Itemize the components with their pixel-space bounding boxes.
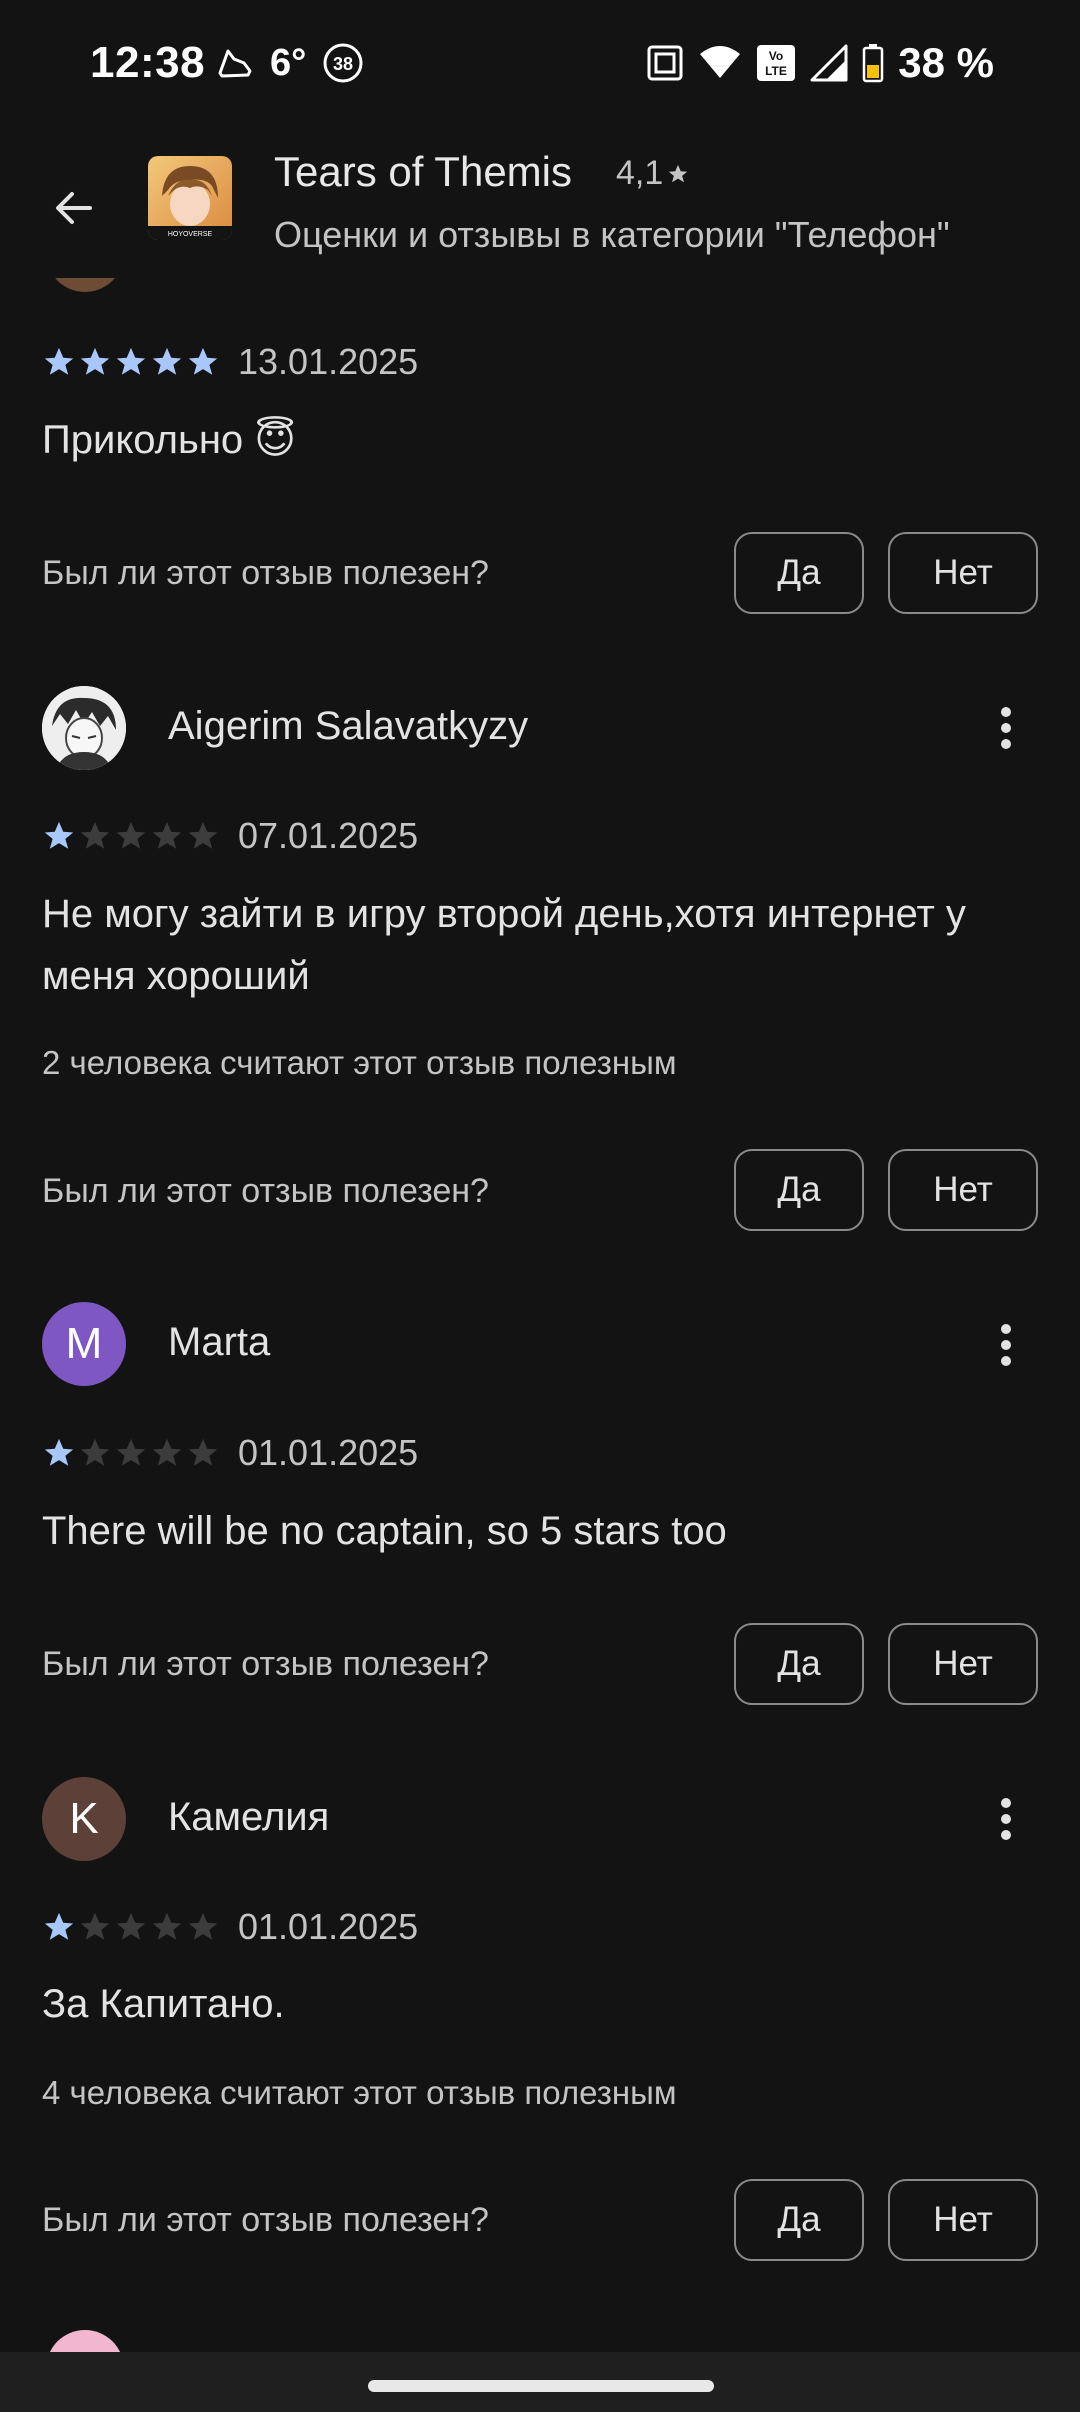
- star-rating: [42, 1436, 220, 1470]
- star-filled-icon: [116, 347, 146, 375]
- star-empty-icon: [152, 1912, 182, 1940]
- more-vert-icon: [1001, 707, 1011, 749]
- star-filled-icon: [44, 1912, 74, 1940]
- running-shoe-icon: [218, 49, 252, 78]
- status-right-icons: Vo LTE 38 %: [646, 38, 994, 88]
- star-rating: [42, 345, 220, 379]
- star-filled-icon: [152, 347, 182, 375]
- status-badge: 38: [333, 54, 353, 74]
- review-text: There will be no captain, so 5 stars too: [42, 1509, 727, 1553]
- more-vert-icon: [1001, 1324, 1011, 1366]
- star-filled-icon: [80, 347, 110, 375]
- helpful-question: Был ли этот отзыв полезен?: [42, 1645, 489, 1683]
- more-vert-icon: [1001, 1798, 1011, 1840]
- app-rating: 4,1: [616, 154, 689, 193]
- review-rating: 01.01.2025: [42, 1906, 419, 1947]
- review-date: 13.01.2025: [238, 341, 419, 382]
- app-bar: HOYOVERSE Tears of Themis 4,1 Оценки и о…: [0, 128, 1080, 278]
- review-text: Не могу зайти в игру второй день,хотя ин…: [42, 892, 966, 998]
- star-filled-icon: [44, 347, 74, 375]
- star-filled-icon: [188, 347, 218, 375]
- review-date: 01.01.2025: [238, 1906, 419, 1947]
- star-icon: [669, 164, 688, 182]
- signal-icon: [810, 44, 848, 82]
- avatar: M: [42, 1302, 126, 1386]
- review-menu-button[interactable]: [976, 688, 1036, 768]
- review-text: За Капитано.: [42, 1982, 285, 2026]
- star-rating: [42, 1910, 220, 1944]
- star-empty-icon: [80, 1438, 110, 1466]
- app-icon: HOYOVERSE: [148, 156, 232, 240]
- status-bar: 12:38 6° 38 Vo LTE 38 %: [0, 0, 1080, 128]
- volte-icon: Vo LTE: [757, 45, 796, 81]
- helpful-count: 4 человека считают этот отзыв полезным: [42, 2074, 677, 2111]
- nfc-icon: [647, 45, 683, 81]
- battery-percent: 38 %: [898, 39, 994, 86]
- star-empty-icon: [80, 821, 110, 849]
- svg-text:Vo: Vo: [769, 49, 783, 63]
- helpful-no-button[interactable]: Нет: [888, 532, 1038, 614]
- helpful-question: Был ли этот отзыв полезен?: [42, 1172, 489, 1210]
- review-text: Прикольно 😇: [42, 418, 296, 462]
- helpful-question: Был ли этот отзыв полезен?: [42, 554, 489, 592]
- app-rating-value: 4,1: [616, 154, 664, 192]
- review-date: 01.01.2025: [238, 1432, 419, 1473]
- star-filled-icon: [44, 821, 74, 849]
- home-indicator[interactable]: [368, 2380, 714, 2392]
- back-button[interactable]: [34, 168, 114, 248]
- page-subtitle: Оценки и отзывы в категории "Телефон": [274, 214, 950, 255]
- status-time: 12:38: [90, 38, 206, 87]
- star-rating: [42, 819, 220, 853]
- arrow-back-icon: [56, 192, 92, 224]
- app-icon-caption: HOYOVERSE: [168, 231, 213, 238]
- helpful-no-button[interactable]: Нет: [888, 2179, 1038, 2261]
- svg-text:LTE: LTE: [765, 64, 787, 78]
- review-rating: 13.01.2025: [42, 341, 419, 382]
- review-menu-button[interactable]: [976, 1779, 1036, 1859]
- star-empty-icon: [116, 1438, 146, 1466]
- star-empty-icon: [188, 821, 218, 849]
- avatar: K: [42, 1777, 126, 1861]
- star-empty-icon: [152, 1438, 182, 1466]
- helpful-yes-button[interactable]: Да: [734, 532, 864, 614]
- status-left-icons: 6° 38: [214, 38, 364, 88]
- reviewer-name: Marta: [168, 1320, 271, 1364]
- wifi-icon: [700, 46, 741, 78]
- reviewer-name: Aigerim Salavatkyzy: [168, 704, 529, 748]
- review-rating: 01.01.2025: [42, 1432, 419, 1473]
- notification-badge-icon: 38: [323, 43, 363, 83]
- reviewer-name: Камелия: [168, 1795, 330, 1839]
- helpful-count: 2 человека считают этот отзыв полезным: [42, 1044, 677, 1081]
- star-filled-icon: [44, 1438, 74, 1466]
- star-empty-icon: [116, 1912, 146, 1940]
- helpful-no-button[interactable]: Нет: [888, 1149, 1038, 1231]
- review-rating: 07.01.2025: [42, 815, 419, 856]
- helpful-no-button[interactable]: Нет: [888, 1623, 1038, 1705]
- helpful-question: Был ли этот отзыв полезен?: [42, 2201, 489, 2239]
- star-empty-icon: [188, 1912, 218, 1940]
- star-empty-icon: [80, 1912, 110, 1940]
- star-empty-icon: [152, 821, 182, 849]
- helpful-yes-button[interactable]: Да: [734, 2179, 864, 2261]
- avatar: [42, 686, 126, 770]
- helpful-yes-button[interactable]: Да: [734, 1149, 864, 1231]
- status-temperature: 6°: [270, 41, 307, 84]
- review-menu-button[interactable]: [976, 1305, 1036, 1385]
- helpful-yes-button[interactable]: Да: [734, 1623, 864, 1705]
- star-empty-icon: [188, 1438, 218, 1466]
- review-date: 07.01.2025: [238, 815, 419, 856]
- battery-icon: [863, 44, 884, 83]
- star-empty-icon: [116, 821, 146, 849]
- app-title: Tears of Themis: [274, 148, 572, 195]
